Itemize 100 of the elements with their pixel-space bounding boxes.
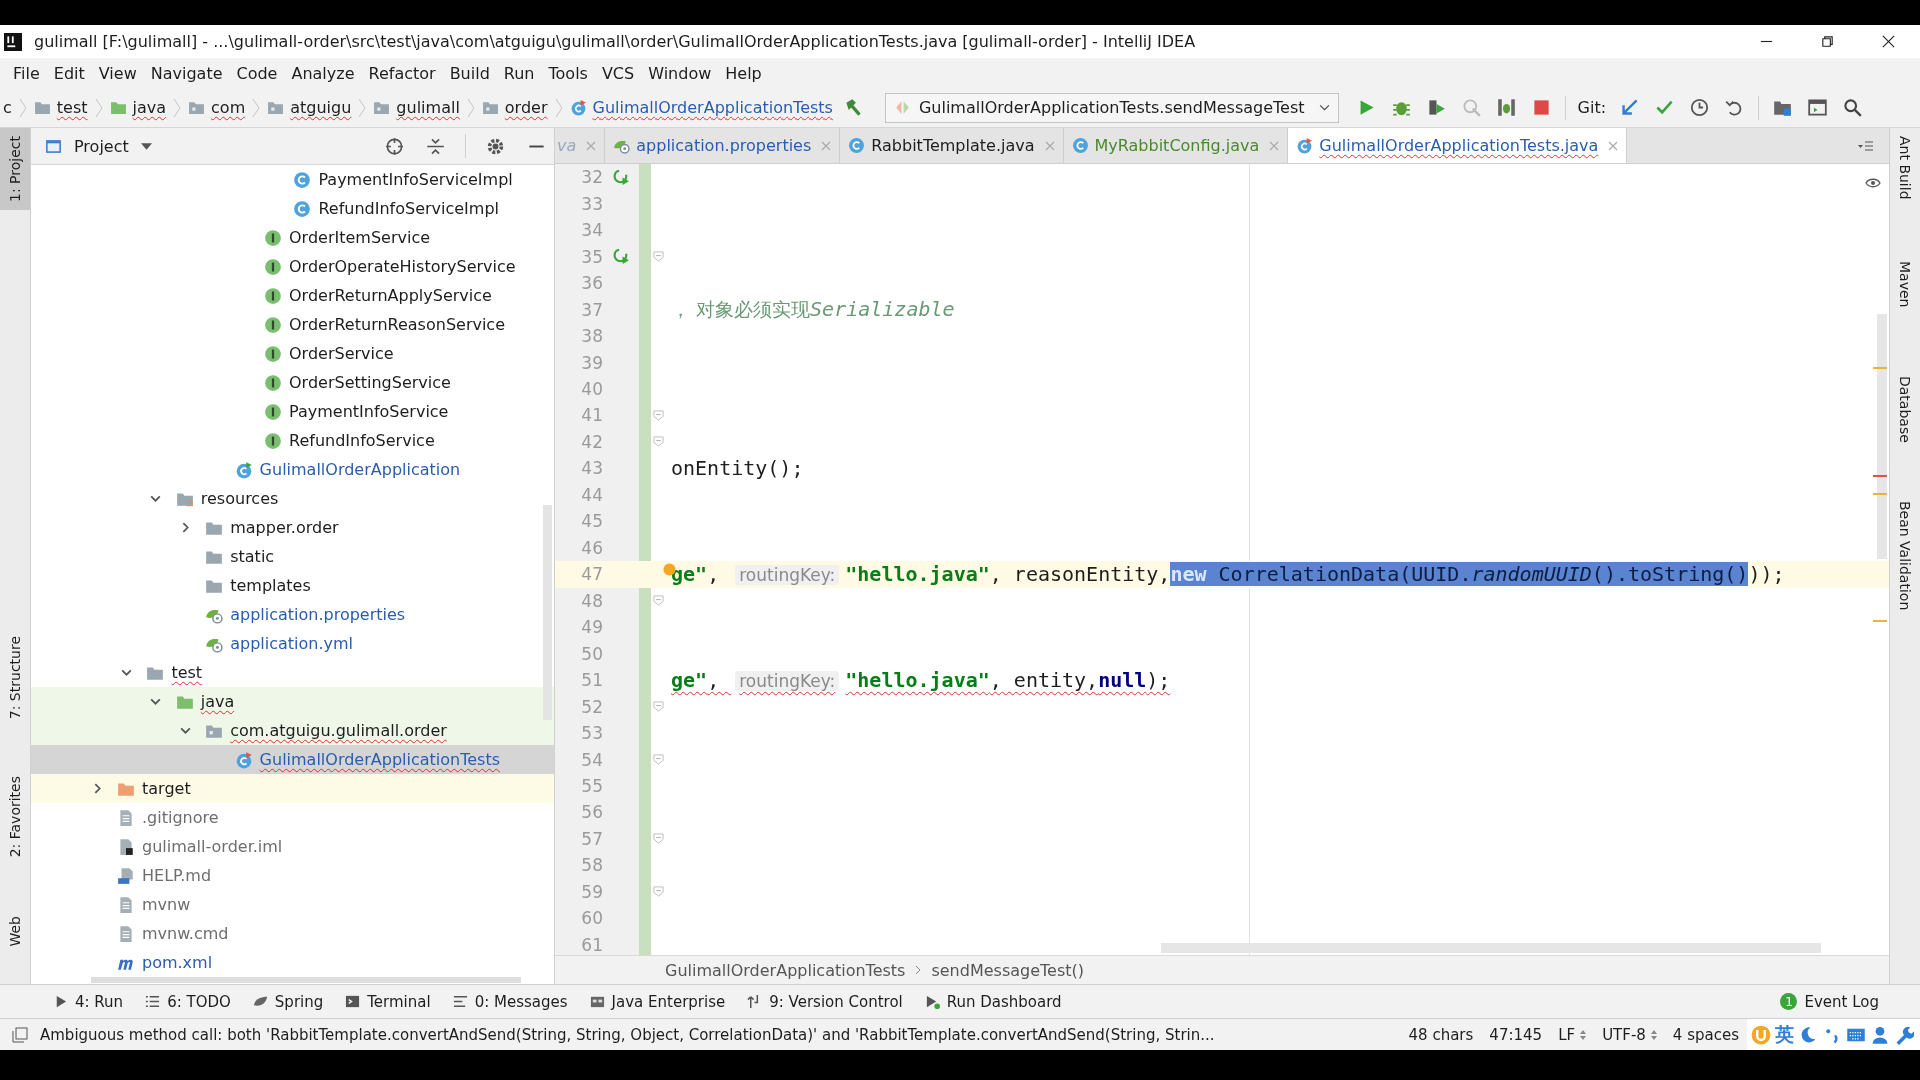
encoding-selector[interactable]: UTF-8 [1602, 1025, 1657, 1044]
fold-marker-icon[interactable] [652, 701, 664, 713]
fold-marker-icon[interactable] [652, 436, 664, 448]
scrollbar-thumb[interactable] [1161, 943, 1821, 953]
tool-window-tab[interactable]: Run Dashboard [913, 992, 1073, 1011]
menu-item[interactable]: Navigate [143, 63, 230, 83]
tree-item[interactable]: mvnw [31, 890, 554, 919]
tool-window-button[interactable]: Database [1890, 368, 1920, 451]
coverage-icon[interactable] [1426, 98, 1446, 117]
breadcrumb-item[interactable]: GulimallOrderApplicationTests [665, 960, 906, 980]
menu-item[interactable]: Analyze [284, 63, 362, 83]
update-arrow-icon[interactable] [1620, 98, 1640, 117]
caret-icon[interactable] [140, 142, 152, 150]
tree-item[interactable]: PaymentInfoServiceImpl [31, 165, 554, 194]
tool-window-tab[interactable]: 0: Messages [441, 992, 579, 1011]
tree-item[interactable]: PaymentInfoService [31, 397, 554, 426]
breadcrumb-item[interactable]: GulimallOrderApplicationTests [566, 98, 836, 117]
breadcrumb-item[interactable]: com [185, 98, 249, 117]
menu-item[interactable]: Build [442, 63, 497, 83]
stop-icon[interactable] [1531, 98, 1551, 117]
tree-item[interactable]: OrderSettingService [31, 368, 554, 397]
run-gutter-icon[interactable] [612, 248, 630, 266]
tree-item[interactable]: com.atguigu.gulimall.order [31, 716, 554, 745]
caret-position[interactable]: 47:145 [1489, 1025, 1543, 1044]
attach-debugger-icon[interactable] [1496, 98, 1516, 117]
wrench-icon[interactable] [1894, 1024, 1914, 1045]
window-layout-icon[interactable] [1808, 98, 1828, 117]
event-log-tab[interactable]: 1 Event Log [1769, 992, 1890, 1011]
tree-item[interactable]: target [31, 774, 554, 803]
menu-item[interactable]: Help [718, 63, 769, 83]
breadcrumb-item[interactable]: sendMessageTest() [931, 960, 1084, 980]
scrollbar-thumb[interactable] [91, 977, 521, 983]
tool-window-button[interactable]: Ant Build [1890, 128, 1920, 208]
eye-icon[interactable] [1865, 178, 1881, 188]
search-icon[interactable] [1843, 98, 1863, 117]
menu-item[interactable]: Window [641, 63, 719, 83]
tree-item[interactable]: application.properties [31, 600, 554, 629]
menu-item[interactable]: View [91, 63, 144, 83]
tree-item[interactable]: OrderItemService [31, 223, 554, 252]
tool-window-tab[interactable]: Terminal [334, 992, 442, 1011]
menu-item[interactable]: Edit [46, 63, 92, 83]
menu-item[interactable]: Run [496, 63, 542, 83]
tree-item[interactable]: GulimallOrderApplication [31, 455, 554, 484]
tree-item[interactable]: RefundInfoServiceImpl [31, 194, 554, 223]
message-icon[interactable] [12, 1026, 28, 1043]
menu-item[interactable]: Refactor [361, 63, 443, 83]
tree-item[interactable]: HELP.md [31, 861, 554, 890]
fold-marker-icon[interactable] [652, 409, 664, 421]
tool-window-tab[interactable]: Spring [241, 992, 335, 1011]
collapse-all-icon[interactable] [426, 136, 445, 156]
breadcrumb-item[interactable]: test [30, 98, 91, 117]
locate-icon[interactable] [385, 136, 404, 156]
close-icon[interactable] [1881, 34, 1896, 49]
editor-tab[interactable]: GulimallOrderApplicationTests.java [1288, 128, 1628, 163]
tree-item[interactable]: OrderReturnApplyService [31, 281, 554, 310]
tool-window-tab[interactable]: 4: Run [42, 992, 135, 1011]
tool-window-tab[interactable]: 9: Version Control [736, 992, 914, 1011]
fold-marker-icon[interactable] [652, 886, 664, 898]
tree-item[interactable]: gulimall-order.iml [31, 832, 554, 861]
tree-item[interactable]: resources [31, 484, 554, 513]
tool-window-button[interactable]: Maven [1890, 253, 1920, 316]
editor-tab[interactable]: application.properties [605, 128, 841, 163]
tool-window-tab[interactable]: 6: TODO [134, 992, 242, 1011]
tool-window-button[interactable]: Web [0, 908, 30, 955]
menu-item[interactable]: VCS [594, 63, 642, 83]
tool-window-tab[interactable]: Java Enterprise [578, 992, 737, 1011]
settings-icon[interactable] [486, 136, 505, 156]
run-gutter-icon[interactable] [612, 168, 630, 186]
tree-item[interactable]: RefundInfoService [31, 426, 554, 455]
clock-icon[interactable] [1690, 98, 1710, 117]
menu-item[interactable]: File [6, 63, 47, 83]
tree-item[interactable]: static [31, 542, 554, 571]
menu-item[interactable]: Tools [541, 63, 595, 83]
fold-marker-icon[interactable] [652, 833, 664, 845]
tree-item[interactable]: .gitignore [31, 803, 554, 832]
scrollbar-thumb[interactable] [543, 505, 552, 720]
tree-item[interactable]: GulimallOrderApplicationTests [31, 745, 554, 774]
run-config-dropdown[interactable]: GulimallOrderApplicationTests.sendMessageTest [884, 92, 1339, 123]
breadcrumb-item[interactable]: gulimall [370, 98, 463, 117]
tree-item[interactable]: pom.xml [31, 948, 554, 977]
fold-marker-icon[interactable] [652, 754, 664, 766]
tree-item[interactable]: OrderService [31, 339, 554, 368]
tree-item[interactable]: java [31, 687, 554, 716]
breadcrumb-item[interactable]: c [0, 98, 15, 117]
tree-item[interactable]: mapper.order [31, 513, 554, 542]
tree-item[interactable]: test [31, 658, 554, 687]
line-separator-selector[interactable]: LF [1558, 1025, 1587, 1044]
fold-marker-icon[interactable] [652, 595, 664, 607]
breadcrumb-item[interactable]: java [106, 98, 170, 117]
tree-item[interactable]: OrderReturnReasonService [31, 310, 554, 339]
tool-window-button[interactable]: 2: Favorites [0, 768, 30, 866]
tree-item[interactable]: mvnw.cmd [31, 919, 554, 948]
breadcrumb-item[interactable]: order [478, 98, 551, 117]
tree-item[interactable]: templates [31, 571, 554, 600]
tool-window-button[interactable]: 1: Project [0, 128, 30, 210]
fold-marker-icon[interactable] [652, 251, 664, 263]
check-icon[interactable] [1655, 98, 1675, 117]
panel-title[interactable]: Project [74, 136, 129, 156]
scrollbar-thumb[interactable] [1877, 314, 1887, 559]
tree-item[interactable]: application.yml [31, 629, 554, 658]
